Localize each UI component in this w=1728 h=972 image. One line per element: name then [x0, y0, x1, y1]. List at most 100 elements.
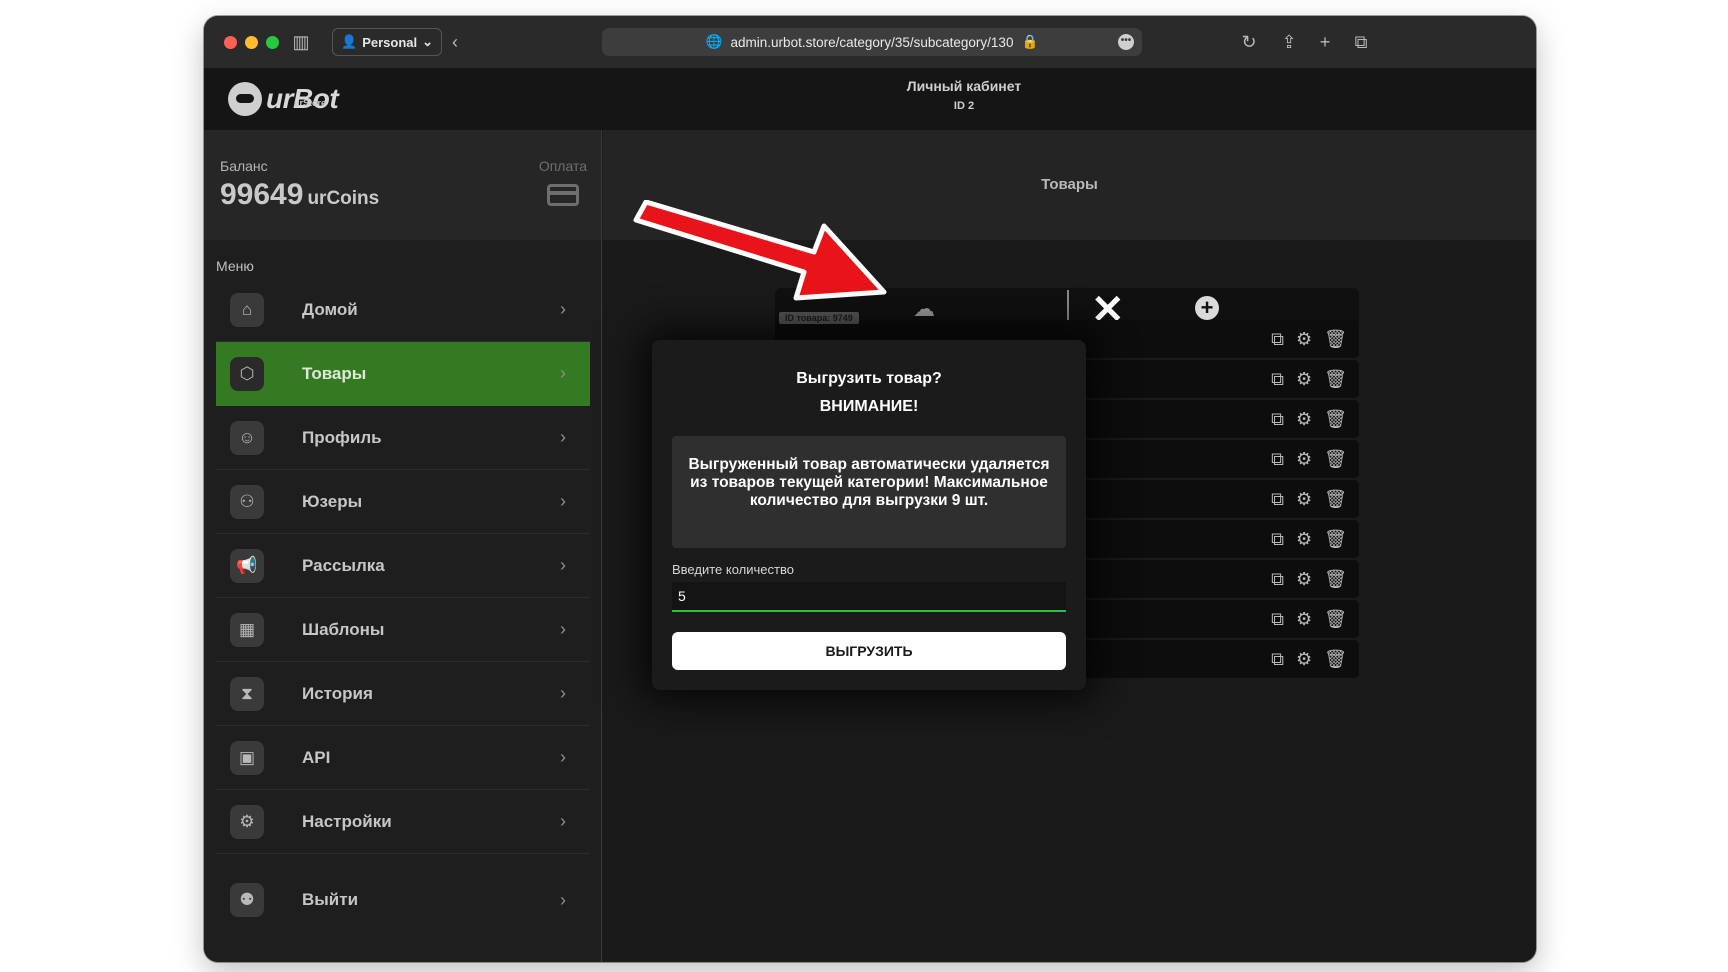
row-actions: ⧉ ⚙ 🗑 [1271, 649, 1347, 669]
quantity-input[interactable] [672, 582, 1066, 612]
back-icon[interactable]: ‹ [442, 30, 468, 54]
copy-icon[interactable]: ⧉ [1271, 609, 1284, 629]
sidebar-menu: ⌂ Домой › ⬡ Товары › ☺ Профиль › ⚇ Юзеры › 📢 Рассылка… [216, 278, 590, 932]
sidebar-item-6[interactable]: ⧗ История › [216, 662, 590, 726]
trash-icon[interactable]: 🗑 [1324, 489, 1347, 509]
header-user-id: ID 2 [953, 100, 975, 112]
home-icon: ⌂ [230, 293, 264, 327]
trash-icon[interactable]: 🗑 [1324, 329, 1347, 349]
row-actions: ⧉ ⚙ 🗑 [1271, 489, 1347, 509]
gear-icon[interactable]: ⚙ [1296, 569, 1312, 589]
add-circle-icon[interactable]: + [1195, 296, 1219, 320]
gear-icon[interactable]: ⚙ [1296, 329, 1312, 349]
annotation-arrow-icon [633, 200, 887, 301]
copy-icon[interactable]: ⧉ [1271, 369, 1284, 389]
gear-icon[interactable]: ⚙ [1296, 609, 1312, 629]
chip-icon: ▣ [230, 741, 264, 775]
zoom-window-button[interactable] [266, 36, 279, 49]
row-actions: ⧉ ⚙ 🗑 [1271, 409, 1347, 429]
page-title: Товары [1041, 176, 1098, 193]
users-icon: ⚇ [230, 485, 264, 519]
trash-icon[interactable]: 🗑 [1324, 449, 1347, 469]
gear-icon[interactable]: ⚙ [1296, 369, 1312, 389]
reload-icon[interactable]: ↻ [1236, 30, 1262, 54]
chevron-right-icon: › [560, 747, 566, 767]
item-id-badge: ID товара: 9749 [779, 312, 859, 324]
quantity-label: Введите количество [672, 562, 794, 577]
gear-icon[interactable]: ⚙ [1296, 649, 1312, 669]
balance-unit: urCoins [307, 188, 380, 209]
share-icon[interactable]: ⇪ [1276, 30, 1302, 54]
gear-icon: ⚙ [230, 805, 264, 839]
sidebar-item-label: Настройки [302, 811, 392, 831]
copy-icon[interactable]: ⧉ [1271, 409, 1284, 429]
copy-icon[interactable]: ⧉ [1271, 449, 1284, 469]
person-icon: 👤 [341, 34, 358, 49]
sidebar-item-5[interactable]: ▦ Шаблоны › [216, 598, 590, 662]
copy-icon[interactable]: ⧉ [1271, 329, 1284, 349]
globe-icon: 🌐 [705, 34, 723, 49]
balance-panel: Баланс 99649 urCoins Оплата [204, 130, 601, 240]
new-tab-icon[interactable]: + [1312, 30, 1338, 54]
trash-icon[interactable]: 🗑 [1324, 649, 1347, 669]
sidebar-item-label: API [302, 747, 331, 767]
export-button[interactable]: ВЫГРУЗИТЬ [672, 632, 1066, 670]
chevron-right-icon: › [560, 619, 566, 639]
header-title: Личный кабинет [906, 78, 1022, 94]
row-actions: ⧉ ⚙ 🗑 [1271, 609, 1347, 629]
trash-icon[interactable]: 🗑 [1324, 409, 1347, 429]
hourglass-icon: ⧗ [230, 677, 264, 711]
sidebar-item-1[interactable]: ⬡ Товары › [216, 342, 590, 406]
chevron-right-icon: › [560, 811, 566, 831]
logout-icon: ⚉ [230, 883, 264, 917]
sidebar-item-7[interactable]: ▣ API › [216, 726, 590, 790]
sidebar-item-label: Домой [302, 299, 358, 319]
site-header: urBot urStore Личный кабинет ID 2 [204, 68, 1536, 130]
trash-icon[interactable]: 🗑 [1324, 529, 1347, 549]
trash-icon[interactable]: 🗑 [1324, 609, 1347, 629]
sidebar-item-label: Выйти [302, 890, 359, 909]
sidebar-toggle-icon[interactable]: ▥ [288, 30, 314, 54]
sidebar-item-3[interactable]: ⚇ Юзеры › [216, 470, 590, 534]
gear-icon[interactable]: ⚙ [1296, 489, 1312, 509]
tabs-overview-icon[interactable]: ⧉ [1348, 30, 1374, 54]
payment-label[interactable]: Оплата [539, 158, 587, 174]
menu-label: Меню [216, 258, 254, 274]
gear-icon[interactable]: ⚙ [1296, 449, 1312, 469]
copy-icon[interactable]: ⧉ [1271, 489, 1284, 509]
trash-icon[interactable]: 🗑 [1324, 369, 1347, 389]
row-actions: ⧉ ⚙ 🗑 [1271, 529, 1347, 549]
dialog-message-box: Выгруженный товар автоматически удаляетс… [672, 436, 1066, 548]
dialog-title: Выгрузить товар? [796, 370, 942, 387]
chevron-right-icon: › [560, 491, 566, 511]
more-icon[interactable]: ••• [1118, 34, 1134, 50]
address-bar[interactable]: 🌐 admin.urbot.store/category/35/subcateg… [602, 28, 1142, 56]
sidebar-item-0[interactable]: ⌂ Домой › [216, 278, 590, 342]
chevron-right-icon: › [560, 555, 566, 575]
sidebar-item-8[interactable]: ⚙ Настройки › [216, 790, 590, 854]
sidebar-item-label: История [302, 683, 373, 703]
logo-mark-icon [228, 82, 262, 116]
gear-icon[interactable]: ⚙ [1296, 409, 1312, 429]
chevron-right-icon: › [560, 299, 566, 319]
trash-icon[interactable]: 🗑 [1324, 569, 1347, 589]
row-actions: ⧉ ⚙ 🗑 [1271, 449, 1347, 469]
copy-icon[interactable]: ⧉ [1271, 569, 1284, 589]
url-text: admin.urbot.store/category/35/subcategor… [730, 34, 1014, 50]
row-actions: ⧉ ⚙ 🗑 [1271, 569, 1347, 589]
sidebar: Баланс 99649 urCoins Оплата Меню ⌂ Домой › ⬡… [204, 130, 602, 962]
sidebar-item-4[interactable]: 📢 Рассылка › [216, 534, 590, 598]
sidebar-item-9[interactable]: ⚉ Выйти › [216, 868, 590, 932]
sidebar-item-label: Юзеры [302, 491, 363, 511]
profile-selector[interactable]: 👤 Personal ⌄ [332, 28, 443, 56]
copy-icon[interactable]: ⧉ [1271, 649, 1284, 669]
chevron-right-icon: › [560, 683, 566, 703]
close-window-button[interactable] [224, 36, 237, 49]
minimize-window-button[interactable] [245, 36, 258, 49]
sidebar-item-label: Рассылка [302, 555, 385, 575]
copy-icon[interactable]: ⧉ [1271, 529, 1284, 549]
credit-card-icon[interactable] [547, 184, 579, 206]
gear-icon[interactable]: ⚙ [1296, 529, 1312, 549]
sidebar-item-label: Шаблоны [302, 619, 385, 639]
sidebar-item-2[interactable]: ☺ Профиль › [216, 406, 590, 470]
